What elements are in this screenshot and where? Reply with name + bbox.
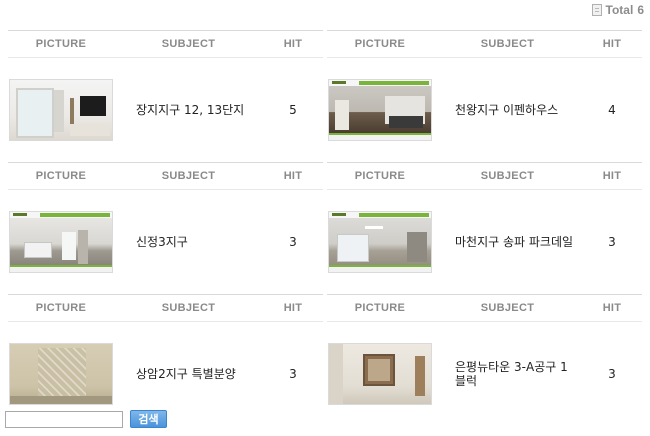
item-header: PICTURE SUBJECT HIT <box>8 162 323 190</box>
item-thumbnail[interactable] <box>10 344 112 404</box>
gallery-item: PICTURE SUBJECT HIT 은평뉴타운 3-A공구 1블럭 3 <box>327 294 642 426</box>
item-hit-count: 4 <box>608 103 616 117</box>
item-header: PICTURE SUBJECT HIT <box>8 30 323 58</box>
gallery-item: PICTURE SUBJECT HIT 상암2지구 특별분양 3 <box>8 294 323 426</box>
total-label: Total <box>605 3 634 17</box>
gallery-item: PICTURE SUBJECT HIT 신정3지구 3 <box>8 162 323 294</box>
column-header-subject: SUBJECT <box>480 302 535 314</box>
document-icon <box>591 4 602 16</box>
item-hit-count: 3 <box>608 367 616 381</box>
item-header: PICTURE SUBJECT HIT <box>327 162 642 190</box>
item-thumbnail[interactable] <box>329 212 431 272</box>
item-header: PICTURE SUBJECT HIT <box>327 30 642 58</box>
item-hit-count: 5 <box>289 103 297 117</box>
item-subject-link[interactable]: 은평뉴타운 3-A공구 1블럭 <box>433 360 582 388</box>
column-header-picture: PICTURE <box>354 302 406 314</box>
item-subject-link[interactable]: 신정3지구 <box>114 235 263 249</box>
column-header-subject: SUBJECT <box>480 38 535 50</box>
item-subject-link[interactable]: 마천지구 송파 파크데일 <box>433 235 582 249</box>
item-header: PICTURE SUBJECT HIT <box>327 294 642 322</box>
item-thumbnail[interactable] <box>329 344 431 404</box>
item-subject-link[interactable]: 천왕지구 이펜하우스 <box>433 103 582 117</box>
column-header-subject: SUBJECT <box>480 170 535 182</box>
item-subject-link[interactable]: 장지지구 12, 13단지 <box>114 103 263 117</box>
gallery-item: PICTURE SUBJECT HIT 마천지구 송파 파크데일 3 <box>327 162 642 294</box>
item-hit-count: 3 <box>608 235 616 249</box>
column-header-picture: PICTURE <box>354 170 406 182</box>
column-header-picture: PICTURE <box>35 38 87 50</box>
item-thumbnail[interactable] <box>10 80 112 140</box>
item-subject-link[interactable]: 상암2지구 특별분양 <box>114 367 263 381</box>
column-header-subject: SUBJECT <box>161 170 216 182</box>
column-header-picture: PICTURE <box>35 302 87 314</box>
gallery-grid: PICTURE SUBJECT HIT 장지지구 12, 13단지 5 PICT… <box>8 30 642 426</box>
column-header-picture: PICTURE <box>354 38 406 50</box>
gallery-item: PICTURE SUBJECT HIT 천왕지구 이펜하우스 4 <box>327 30 642 162</box>
item-thumbnail[interactable] <box>329 80 431 140</box>
column-header-hit: HIT <box>602 302 622 314</box>
column-header-hit: HIT <box>283 170 303 182</box>
total-value: 6 <box>637 3 644 17</box>
column-header-hit: HIT <box>283 302 303 314</box>
column-header-picture: PICTURE <box>35 170 87 182</box>
column-header-hit: HIT <box>283 38 303 50</box>
item-hit-count: 3 <box>289 235 297 249</box>
item-hit-count: 3 <box>289 367 297 381</box>
column-header-hit: HIT <box>602 38 622 50</box>
column-header-subject: SUBJECT <box>161 38 216 50</box>
item-thumbnail[interactable] <box>10 212 112 272</box>
column-header-hit: HIT <box>602 170 622 182</box>
search-input[interactable] <box>5 410 123 428</box>
item-header: PICTURE SUBJECT HIT <box>8 294 323 322</box>
column-header-subject: SUBJECT <box>161 302 216 314</box>
total-count: Total 6 <box>591 3 644 17</box>
gallery-item: PICTURE SUBJECT HIT 장지지구 12, 13단지 5 <box>8 30 323 162</box>
search-bar: 검색 <box>5 410 167 428</box>
search-button[interactable]: 검색 <box>130 410 167 428</box>
